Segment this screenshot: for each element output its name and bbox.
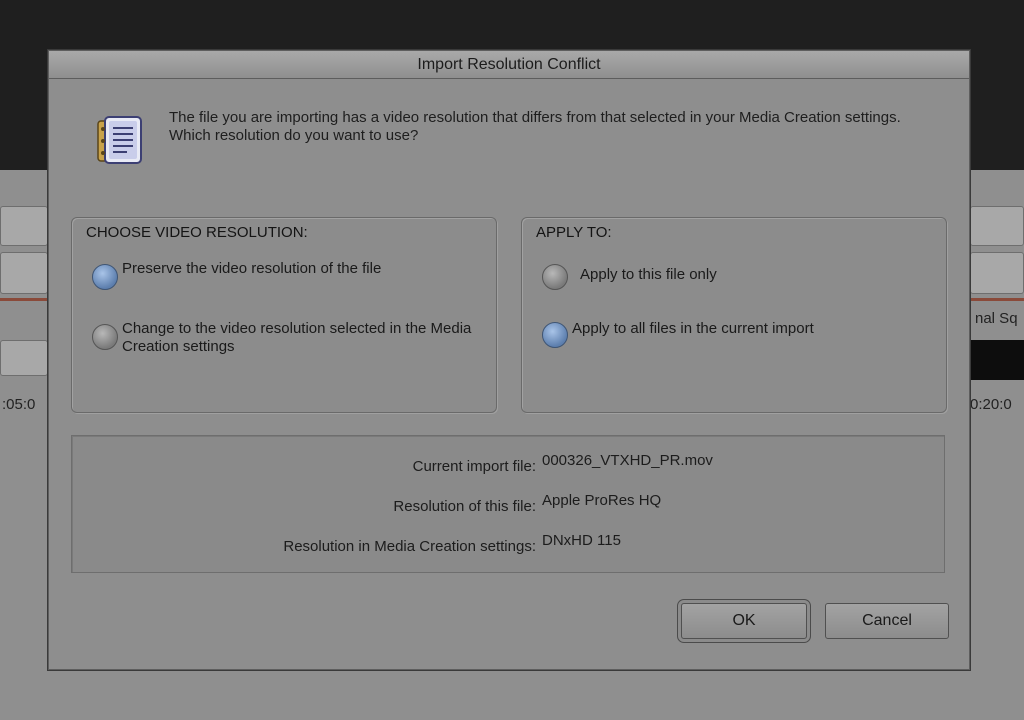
current-import-file-label: Current import file:	[412, 458, 536, 475]
choose-video-resolution-title: CHOOSE VIDEO RESOLUTION:	[86, 224, 308, 241]
current-import-file-value: 000326_VTXHD_PR.mov	[542, 452, 713, 469]
background-toolbar-right-2	[970, 252, 1024, 294]
ok-button[interactable]: OK	[681, 603, 807, 639]
file-resolution-label: Resolution of this file:	[393, 498, 536, 515]
apply-to-title: APPLY TO:	[536, 224, 612, 241]
apply-this-file-label[interactable]: Apply to this file only	[580, 266, 920, 284]
import-info-panel: Current import file: 000326_VTXHD_PR.mov…	[71, 435, 945, 573]
background-timecode-right: 0:20:0	[970, 396, 1012, 413]
apply-this-file-radio[interactable]	[542, 264, 568, 290]
change-resolution-label[interactable]: Change to the video resolution selected …	[122, 320, 490, 356]
background-label-right: nal Sq	[975, 310, 1018, 327]
apply-all-files-label[interactable]: Apply to all files in the current import	[572, 320, 932, 338]
background-timecode-left: :05:0	[2, 396, 36, 413]
background-toolbar-left	[0, 206, 48, 246]
settings-resolution-value: DNxHD 115	[542, 532, 621, 549]
background-timeline-line-left	[0, 298, 48, 301]
background-monitor-right	[970, 340, 1024, 380]
change-resolution-radio[interactable]	[92, 324, 118, 350]
preserve-resolution-label[interactable]: Preserve the video resolution of the fil…	[122, 260, 482, 278]
background-toolbar-right	[970, 206, 1024, 246]
dialog-message: The file you are importing has a video r…	[169, 109, 901, 144]
dialog-titlebar[interactable]: Import Resolution Conflict	[49, 51, 969, 79]
preserve-resolution-radio[interactable]	[92, 264, 118, 290]
file-resolution-value: Apple ProRes HQ	[542, 492, 662, 509]
background-timeline-line-right	[970, 298, 1024, 301]
choose-video-resolution-group: CHOOSE VIDEO RESOLUTION: Preserve the vi…	[71, 217, 497, 413]
background-toolbar-left-2	[0, 252, 48, 294]
settings-resolution-label: Resolution in Media Creation settings:	[283, 538, 536, 555]
apply-to-group: APPLY TO: Apply to this file only Apply …	[521, 217, 947, 413]
background-timeline-left	[0, 340, 48, 376]
cancel-button[interactable]: Cancel	[825, 603, 949, 639]
import-resolution-conflict-dialog: Import Resolution Conflict The file you …	[48, 50, 970, 670]
media-file-icon	[97, 116, 142, 164]
apply-all-files-radio[interactable]	[542, 322, 568, 348]
